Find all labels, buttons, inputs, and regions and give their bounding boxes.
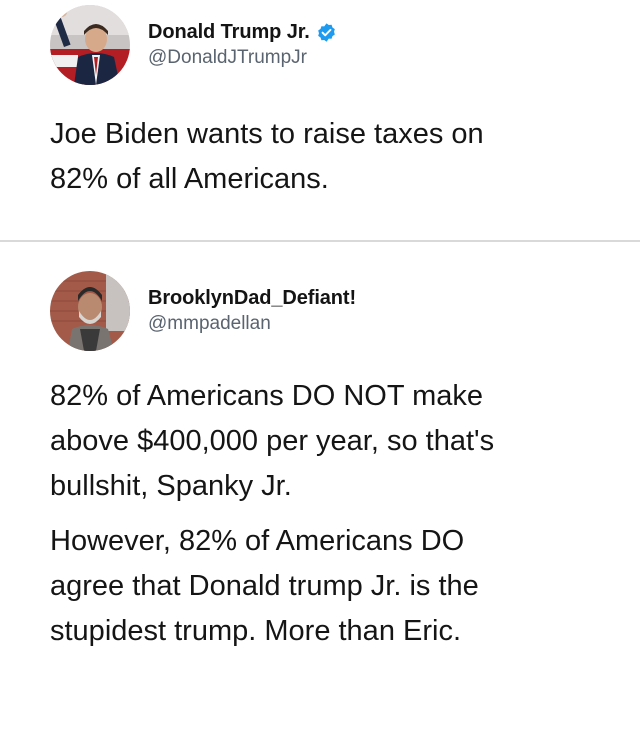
- tweet-paragraph: 82% of Americans DO NOT make above $400,…: [50, 374, 616, 509]
- tweet-text-line: Joe Biden wants to raise taxes on: [50, 118, 484, 150]
- tweet-header: Donald Trump Jr. @DonaldJTrumpJr: [50, 5, 337, 85]
- avatar[interactable]: [50, 271, 130, 351]
- tweet-text: 82% of Americans DO NOT make above $400,…: [50, 374, 616, 664]
- profile-photo-icon: [50, 271, 130, 351]
- verified-badge-icon: [316, 22, 337, 43]
- tweet-header: BrooklynDad_Defiant! @mmpadellan: [50, 271, 356, 351]
- tweet-text-line: bullshit, Spanky Jr.: [50, 470, 292, 502]
- tweet-text-line: agree that Donald trump Jr. is the: [50, 570, 479, 602]
- tweet-text: Joe Biden wants to raise taxes on 82% of…: [50, 112, 616, 202]
- tweet-text-line: above $400,000 per year, so that's: [50, 425, 495, 457]
- divider: [0, 240, 640, 242]
- display-name[interactable]: Donald Trump Jr.: [148, 21, 310, 44]
- tweet-text-line: However, 82% of Americans DO: [50, 525, 465, 557]
- tweet-author: Donald Trump Jr. @DonaldJTrumpJr: [148, 21, 337, 69]
- handle[interactable]: @DonaldJTrumpJr: [148, 47, 337, 69]
- profile-photo-icon: [50, 5, 130, 85]
- tweet-paragraph: However, 82% of Americans DO agree that …: [50, 519, 616, 654]
- screenshot-page: Donald Trump Jr. @DonaldJTrumpJr Joe Bid…: [0, 0, 640, 729]
- tweet-author: BrooklynDad_Defiant! @mmpadellan: [148, 287, 356, 335]
- handle[interactable]: @mmpadellan: [148, 313, 356, 335]
- display-name[interactable]: BrooklynDad_Defiant!: [148, 287, 356, 310]
- tweet-text-line: 82% of all Americans.: [50, 163, 329, 195]
- tweet-text-line: 82% of Americans DO NOT make: [50, 380, 484, 412]
- tweet-text-line: stupidest trump. More than Eric.: [50, 615, 461, 647]
- avatar[interactable]: [50, 5, 130, 85]
